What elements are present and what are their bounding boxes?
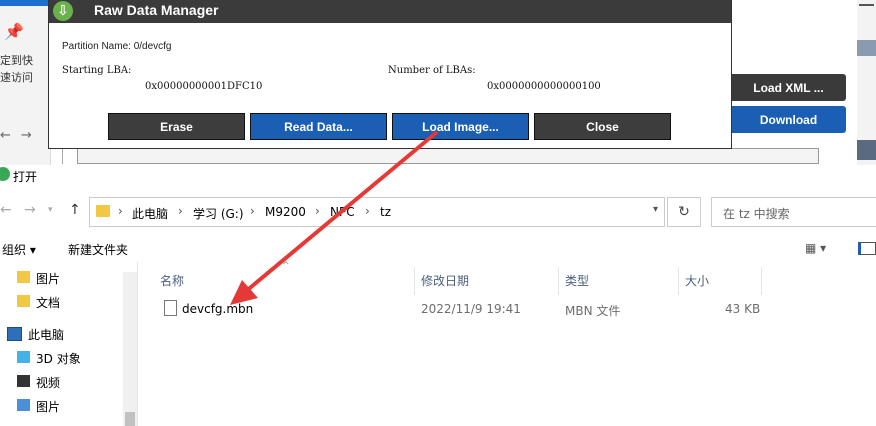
nav-item-videos[interactable]: 视频 [0, 371, 120, 393]
close-button[interactable]: Close [534, 113, 671, 140]
column-header-type[interactable]: 类型 [565, 272, 589, 289]
nav-item-label: 视频 [36, 376, 61, 390]
breadcrumb-drive[interactable]: 学习 (G:) [193, 205, 244, 222]
column-divider[interactable] [761, 267, 762, 295]
video-icon [17, 375, 30, 387]
open-dialog-title-bar[interactable]: 打开 [0, 165, 876, 187]
column-header-date[interactable]: 修改日期 [421, 272, 469, 289]
breadcrumb-tz[interactable]: tz [380, 205, 391, 219]
pin-quick-access-text-1: 定到快 [0, 54, 33, 67]
search-input[interactable]: 在 tz 中搜索 [711, 197, 876, 227]
file-date: 2022/11/9 19:41 [421, 302, 521, 316]
column-header-size[interactable]: 大小 [685, 272, 709, 289]
file-toolbar: 组织 ▾ 新建文件夹 ▦ ▾ [0, 236, 876, 262]
download-arrow-icon: ⇩ [53, 1, 73, 21]
dialog-title: Raw Data Manager [94, 2, 219, 18]
nav-item-label: 此电脑 [28, 328, 65, 342]
folder-icon [17, 295, 30, 307]
picture-icon [17, 399, 30, 411]
column-divider[interactable] [678, 267, 679, 295]
nav-item-this-pc[interactable]: 此电脑 [0, 323, 120, 345]
load-image-button[interactable]: Load Image... [392, 113, 529, 140]
file-name: devcfg.mbn [182, 302, 254, 316]
nav-item-documents[interactable]: 文档 [0, 291, 120, 313]
read-data-button[interactable]: Read Data... [250, 113, 387, 140]
search-placeholder: 在 tz 中搜索 [723, 207, 790, 221]
folder-icon [17, 271, 30, 283]
file-list: ^ 名称 修改日期 类型 大小 devcfg.mbn 2022/11/9 19:… [138, 261, 876, 426]
file-size: 43 KB [725, 302, 761, 316]
breadcrumb-this-pc[interactable]: 此电脑 [132, 205, 168, 222]
cube-icon [17, 351, 30, 363]
navigation-pane: 图片 文档 此电脑 3D 对象 视频 图片 [0, 262, 138, 426]
address-bar[interactable]: › 此电脑 › 学习 (G:) › M9200 › NPC › tz ▾ [89, 197, 665, 227]
background-right-edge [857, 0, 876, 165]
pin-icon[interactable]: 📌 [4, 22, 24, 41]
nav-scrollbar[interactable] [123, 272, 137, 426]
nav-item-3d-objects[interactable]: 3D 对象 [0, 347, 120, 369]
breadcrumb-npc[interactable]: NPC [330, 205, 355, 219]
file-icon [164, 300, 177, 316]
address-row: ← → ▾ ↑ › 此电脑 › 学习 (G:) › M9200 › NPC › … [0, 194, 876, 230]
chevron-down-icon[interactable]: ▾ [653, 204, 658, 215]
thumbnail-image [857, 140, 876, 160]
background-header-bar [0, 0, 50, 6]
load-xml-button[interactable]: Load XML ... [731, 74, 846, 101]
chevron-right-icon[interactable]: › [178, 204, 183, 218]
nav-item-label: 3D 对象 [36, 352, 81, 366]
background-nav-arrows[interactable]: ←→ [0, 128, 42, 143]
organize-menu[interactable]: 组织 ▾ [2, 241, 36, 258]
preview-pane-icon[interactable] [858, 242, 876, 255]
file-row[interactable]: devcfg.mbn 2022/11/9 19:41 MBN 文件 43 KB [158, 298, 858, 320]
chevron-right-icon[interactable]: › [250, 204, 255, 218]
breadcrumb-m9200[interactable]: M9200 [265, 205, 306, 219]
num-lbas-value: 0x0000000000000100 [487, 81, 601, 92]
nav-item-label: 图片 [36, 400, 61, 414]
up-icon[interactable]: ↑ [69, 202, 81, 218]
recent-dropdown-icon[interactable]: ▾ [48, 205, 53, 215]
pin-quick-access-text-2: 速访问 [0, 71, 33, 84]
view-options-icon[interactable]: ▦ ▾ [805, 241, 826, 255]
starting-lba-value: 0x00000000001DFC10 [145, 81, 263, 92]
forward-icon[interactable]: → [24, 202, 36, 218]
background-sidebar: 📌 定到快 速访问 ←→ [0, 0, 51, 165]
partition-name: Partition Name: 0/devcfg [62, 41, 172, 52]
raw-data-manager-dialog: ⇩ Raw Data Manager Partition Name: 0/dev… [48, 0, 732, 149]
sort-up-icon: ^ [282, 261, 290, 271]
scrollbar-thumb[interactable] [125, 412, 135, 426]
chevron-right-icon[interactable]: › [365, 204, 370, 218]
num-lbas-label: Number of LBAs: [388, 65, 476, 76]
dialog-title-bar[interactable]: ⇩ Raw Data Manager [49, 0, 731, 23]
new-folder-button[interactable]: 新建文件夹 [68, 241, 128, 258]
starting-lba-label: Starting LBA: [62, 65, 132, 76]
open-dialog-title: 打开 [13, 170, 38, 184]
column-divider[interactable] [414, 267, 415, 295]
minimize-icon[interactable] [859, 4, 874, 6]
computer-icon [7, 327, 22, 341]
column-header-name[interactable]: 名称 [160, 272, 184, 289]
chevron-right-icon[interactable]: › [118, 204, 123, 218]
chevron-right-icon[interactable]: › [315, 204, 320, 218]
nav-item-pictures-2[interactable]: 图片 [0, 395, 120, 417]
erase-button[interactable]: Erase [108, 113, 245, 140]
background-progress-bar [77, 148, 819, 164]
app-icon [0, 167, 10, 181]
folder-icon [96, 205, 110, 217]
back-icon[interactable]: ← [0, 202, 12, 218]
nav-item-pictures[interactable]: 图片 [0, 267, 120, 289]
download-button[interactable]: Download [731, 106, 846, 133]
refresh-icon[interactable]: ↻ [667, 197, 701, 227]
column-divider[interactable] [558, 267, 559, 295]
nav-item-label: 文档 [36, 296, 61, 310]
thumbnail-image [857, 40, 876, 56]
nav-item-label: 图片 [36, 272, 61, 286]
file-type: MBN 文件 [565, 304, 621, 318]
